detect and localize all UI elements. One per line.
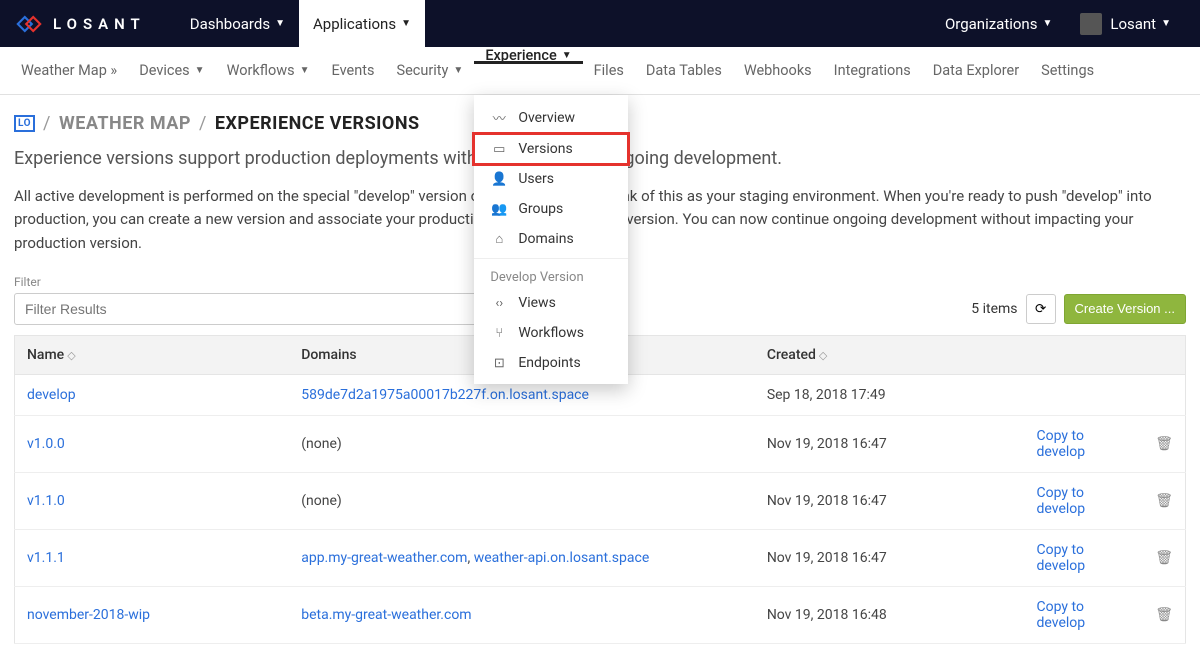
caret-down-icon: ▼	[1042, 18, 1052, 29]
domains-cell: (none)	[289, 415, 755, 472]
dropdown-section-header: Develop Version	[474, 263, 628, 288]
version-name-link[interactable]: v1.1.0	[27, 493, 65, 509]
experience-dropdown: 〰Overview▭Versions👤Users👥Groups⌂Domains D…	[474, 95, 628, 384]
subnav-item-weather-map-[interactable]: Weather Map »	[10, 47, 128, 94]
dropdown-item-endpoints[interactable]: ⊡Endpoints	[474, 348, 628, 378]
trash-icon[interactable]: 🗑	[1155, 493, 1173, 509]
trash-icon[interactable]: 🗑	[1155, 607, 1173, 623]
domains-cell: app.my-great-weather.com, weather-api.on…	[289, 529, 755, 586]
workflows-icon: ⑂	[490, 326, 508, 341]
dropdown-item-groups[interactable]: 👥Groups	[474, 194, 628, 224]
domain-link[interactable]: beta.my-great-weather.com	[301, 607, 471, 623]
created-cell: Sep 18, 2018 17:49	[755, 374, 1025, 415]
copy-to-develop-link[interactable]: Copy to develop	[1037, 485, 1086, 517]
caret-down-icon: ▼	[453, 65, 463, 76]
domain-link[interactable]: 589de7d2a1975a00017b227f.on.losant.space	[301, 387, 589, 403]
th-name[interactable]: Name◇	[15, 335, 290, 374]
brand-text: LOSANT	[53, 15, 146, 33]
caret-down-icon: ▼	[1161, 18, 1171, 29]
version-name-link[interactable]: v1.1.1	[27, 550, 65, 566]
subnav-item-events[interactable]: Events	[321, 47, 386, 94]
overview-icon: 〰	[490, 108, 508, 127]
avatar	[1080, 13, 1102, 35]
nav-applications[interactable]: Applications▼	[299, 0, 425, 47]
subnav-item-data-explorer[interactable]: Data Explorer	[922, 47, 1030, 94]
domains-cell: (none)	[289, 472, 755, 529]
created-cell: Nov 19, 2018 16:48	[755, 586, 1025, 643]
subnav-item-settings[interactable]: Settings	[1030, 47, 1105, 94]
caret-down-icon: ▼	[562, 50, 572, 61]
logo-icon	[15, 10, 43, 38]
domain-link[interactable]: app.my-great-weather.com	[301, 550, 467, 566]
breadcrumb-badge[interactable]: LO	[14, 115, 35, 132]
dropdown-item-domains[interactable]: ⌂Domains	[474, 224, 628, 254]
version-name-link[interactable]: develop	[27, 387, 76, 403]
users-icon: 👤	[490, 172, 508, 187]
dropdown-item-overview[interactable]: 〰Overview	[474, 101, 628, 134]
dropdown-item-workflows[interactable]: ⑂Workflows	[474, 318, 628, 348]
version-name-link[interactable]: v1.0.0	[27, 436, 65, 452]
items-count: 5 items	[971, 301, 1017, 317]
caret-down-icon: ▼	[300, 65, 310, 76]
subnav-item-data-tables[interactable]: Data Tables	[635, 47, 733, 94]
subnav-item-devices[interactable]: Devices▼	[128, 47, 215, 94]
refresh-icon: ⟳	[1035, 301, 1046, 317]
table-row: v1.1.1 app.my-great-weather.com, weather-…	[15, 529, 1186, 586]
groups-icon: 👥	[490, 202, 508, 217]
sub-nav: Weather Map »Devices▼Workflows▼EventsSec…	[0, 47, 1200, 95]
breadcrumb-page: EXPERIENCE VERSIONS	[215, 113, 420, 134]
refresh-button[interactable]: ⟳	[1026, 294, 1056, 324]
table-row: november-2018-wip beta.my-great-weather.c…	[15, 586, 1186, 643]
created-cell: Nov 19, 2018 16:47	[755, 529, 1025, 586]
trash-icon[interactable]: 🗑	[1155, 550, 1173, 566]
subnav-item-security[interactable]: Security▼	[385, 47, 474, 94]
create-version-button[interactable]: Create Version ...	[1064, 294, 1186, 324]
table-row: v1.0.0 (none)Nov 19, 2018 16:47 Copy to de…	[15, 415, 1186, 472]
subnav-item-workflows[interactable]: Workflows▼	[216, 47, 321, 94]
domains-icon: ⌂	[490, 231, 508, 247]
created-cell: Nov 19, 2018 16:47	[755, 415, 1025, 472]
subnav-item-experience[interactable]: Experience▼	[474, 47, 582, 64]
caret-down-icon: ▼	[401, 18, 411, 29]
nav-user-menu[interactable]: Losant▼	[1066, 0, 1185, 47]
logo[interactable]: LOSANT	[15, 10, 146, 38]
domains-cell: beta.my-great-weather.com	[289, 586, 755, 643]
copy-to-develop-link[interactable]: Copy to develop	[1037, 599, 1086, 631]
caret-down-icon: ▼	[275, 18, 285, 29]
versions-icon: ▭	[490, 142, 508, 157]
dropdown-item-versions[interactable]: ▭Versions	[474, 134, 628, 164]
domain-link[interactable]: weather-api.on.losant.space	[474, 550, 650, 566]
table-row: v1.1.0 (none)Nov 19, 2018 16:47 Copy to de…	[15, 472, 1186, 529]
subnav-item-files[interactable]: Files	[583, 47, 635, 94]
top-nav: LOSANT Dashboards▼ Applications▼ Organiz…	[0, 0, 1200, 47]
copy-to-develop-link[interactable]: Copy to develop	[1037, 428, 1086, 460]
nav-organizations[interactable]: Organizations▼	[931, 0, 1066, 47]
endpoints-icon: ⊡	[490, 356, 508, 371]
subnav-item-integrations[interactable]: Integrations	[823, 47, 922, 94]
th-created[interactable]: Created◇	[755, 335, 1025, 374]
sort-icon: ◇	[819, 349, 827, 362]
dropdown-item-views[interactable]: ‹›Views	[474, 288, 628, 318]
version-name-link[interactable]: november-2018-wip	[27, 607, 150, 623]
breadcrumb-app[interactable]: WEATHER MAP	[59, 113, 191, 134]
created-cell: Nov 19, 2018 16:47	[755, 472, 1025, 529]
caret-down-icon: ▼	[195, 65, 205, 76]
copy-to-develop-link[interactable]: Copy to develop	[1037, 542, 1086, 574]
dropdown-item-users[interactable]: 👤Users	[474, 164, 628, 194]
subnav-item-webhooks[interactable]: Webhooks	[733, 47, 823, 94]
nav-dashboards[interactable]: Dashboards▼	[176, 0, 299, 47]
versions-tbody: develop 589de7d2a1975a00017b227f.on.losan…	[15, 374, 1186, 643]
views-icon: ‹›	[490, 296, 508, 311]
sort-icon: ◇	[67, 349, 75, 362]
trash-icon[interactable]: 🗑	[1155, 436, 1173, 452]
